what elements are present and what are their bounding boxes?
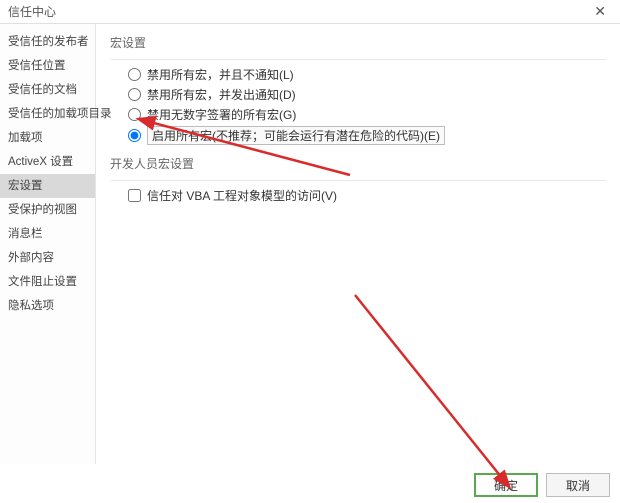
macro-radio-group: 禁用所有宏，并且不通知(L) 禁用所有宏，并发出通知(D) 禁用无数字签署的所有… <box>128 66 606 145</box>
sidebar-item-label: 文件阻止设置 <box>8 276 77 288</box>
radio-enable-all[interactable]: 启用所有宏(不推荐；可能会运行有潜在危险的代码)(E) <box>128 126 606 145</box>
footer: 确定 取消 <box>474 473 610 497</box>
divider <box>110 59 606 60</box>
sidebar-item-message-bar[interactable]: 消息栏 <box>0 222 95 246</box>
sidebar-item-label: 受信任的发布者 <box>8 36 89 48</box>
sidebar-item-label: 隐私选项 <box>8 300 54 312</box>
ok-button[interactable]: 确定 <box>474 473 538 497</box>
dev-checkbox-group: 信任对 VBA 工程对象模型的访问(V) <box>128 187 606 204</box>
sidebar-item-trusted-documents[interactable]: 受信任的文档 <box>0 78 95 102</box>
sidebar-item-label: 外部内容 <box>8 252 54 264</box>
checkbox-label: 信任对 VBA 工程对象模型的访问(V) <box>147 187 337 204</box>
sidebar-item-label: 受信任位置 <box>8 60 66 72</box>
radio-input[interactable] <box>128 108 141 121</box>
sidebar: 受信任的发布者 受信任位置 受信任的文档 受信任的加载项目录 加载项 Activ… <box>0 24 96 464</box>
sidebar-item-trusted-publishers[interactable]: 受信任的发布者 <box>0 30 95 54</box>
sidebar-item-trusted-locations[interactable]: 受信任位置 <box>0 54 95 78</box>
sidebar-item-label: 受信任的文档 <box>8 84 77 96</box>
sidebar-item-trusted-addins[interactable]: 受信任的加载项目录 <box>0 102 95 126</box>
radio-input[interactable] <box>128 88 141 101</box>
titlebar: 信任中心 ✕ <box>0 0 620 24</box>
section-title-dev: 开发人员宏设置 <box>110 155 606 172</box>
radio-label: 禁用无数字签署的所有宏(G) <box>147 106 296 123</box>
close-icon[interactable]: ✕ <box>588 3 612 20</box>
sidebar-item-protected-view[interactable]: 受保护的视图 <box>0 198 95 222</box>
sidebar-item-addins[interactable]: 加载项 <box>0 126 95 150</box>
checkbox-trust-vba[interactable]: 信任对 VBA 工程对象模型的访问(V) <box>128 187 606 204</box>
radio-input[interactable] <box>128 68 141 81</box>
radio-input[interactable] <box>128 129 141 142</box>
sidebar-item-external-content[interactable]: 外部内容 <box>0 246 95 270</box>
button-label: 确定 <box>494 477 518 494</box>
section-title-macro: 宏设置 <box>110 34 606 51</box>
checkbox-input[interactable] <box>128 189 141 202</box>
radio-disable-no-notify[interactable]: 禁用所有宏，并且不通知(L) <box>128 66 606 83</box>
sidebar-item-label: 消息栏 <box>8 228 43 240</box>
sidebar-item-file-block[interactable]: 文件阻止设置 <box>0 270 95 294</box>
radio-label: 启用所有宏(不推荐；可能会运行有潜在危险的代码)(E) <box>147 126 445 145</box>
sidebar-item-label: 受保护的视图 <box>8 204 77 216</box>
sidebar-item-activex[interactable]: ActiveX 设置 <box>0 150 95 174</box>
content-pane: 宏设置 禁用所有宏，并且不通知(L) 禁用所有宏，并发出通知(D) 禁用无数字签… <box>96 24 620 464</box>
sidebar-item-label: 宏设置 <box>8 180 43 192</box>
sidebar-item-macro[interactable]: 宏设置 <box>0 174 95 198</box>
cancel-button[interactable]: 取消 <box>546 473 610 497</box>
divider <box>110 180 606 181</box>
sidebar-item-privacy[interactable]: 隐私选项 <box>0 294 95 318</box>
window-title: 信任中心 <box>8 3 56 20</box>
radio-label: 禁用所有宏，并发出通知(D) <box>147 86 296 103</box>
radio-disable-notify[interactable]: 禁用所有宏，并发出通知(D) <box>128 86 606 103</box>
sidebar-item-label: 加载项 <box>8 132 43 144</box>
main: 受信任的发布者 受信任位置 受信任的文档 受信任的加载项目录 加载项 Activ… <box>0 24 620 464</box>
button-label: 取消 <box>566 477 590 494</box>
radio-disable-unsigned[interactable]: 禁用无数字签署的所有宏(G) <box>128 106 606 123</box>
sidebar-item-label: ActiveX 设置 <box>8 156 73 168</box>
radio-label: 禁用所有宏，并且不通知(L) <box>147 66 294 83</box>
